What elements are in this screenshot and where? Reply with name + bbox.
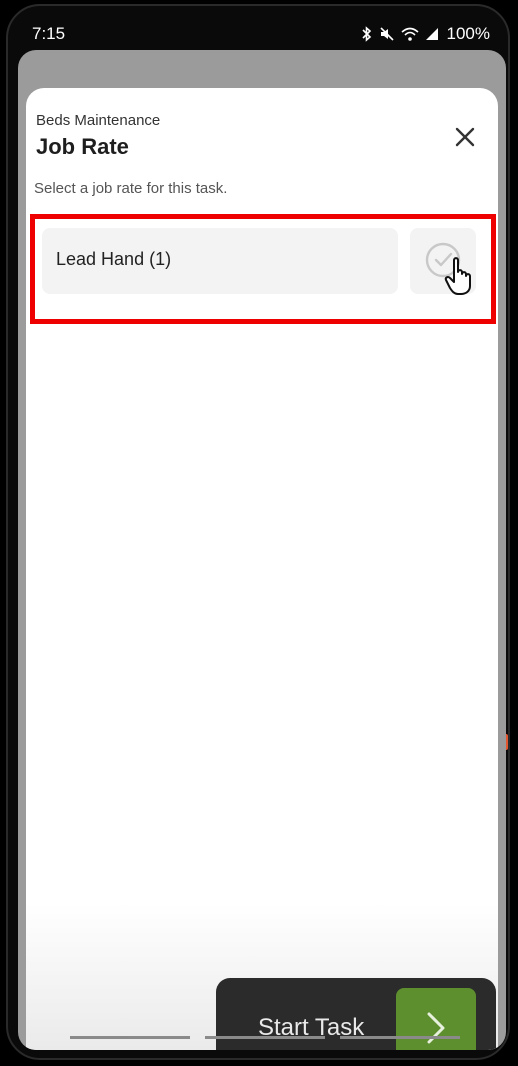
sheet-title: Job Rate bbox=[36, 134, 129, 159]
sheet-subtitle: Beds Maintenance bbox=[36, 112, 161, 129]
status-bar: 7:15 100% bbox=[16, 16, 500, 52]
system-nav-bar bbox=[0, 1036, 518, 1046]
signal-icon bbox=[425, 27, 439, 41]
nav-line-left bbox=[70, 1036, 190, 1039]
instruction-text: Select a job rate for this task. bbox=[34, 180, 228, 197]
close-button[interactable] bbox=[452, 124, 478, 150]
mute-icon bbox=[379, 26, 395, 42]
job-rate-sheet: Beds Maintenance Job Rate Select a job r… bbox=[26, 88, 498, 1050]
close-icon bbox=[455, 127, 475, 147]
bluetooth-icon bbox=[361, 26, 373, 42]
status-icons: 100% bbox=[361, 24, 490, 44]
device-frame: 7:15 100% Beds Maintenance Job Rate Sele… bbox=[6, 4, 510, 1060]
status-time: 7:15 bbox=[32, 24, 66, 43]
highlight-annotation bbox=[30, 214, 496, 324]
wifi-icon bbox=[400, 26, 419, 42]
nav-line-right bbox=[340, 1036, 460, 1039]
nav-line-center[interactable] bbox=[205, 1036, 325, 1039]
battery-level: 100% bbox=[446, 24, 490, 43]
app-screen: Beds Maintenance Job Rate Select a job r… bbox=[18, 50, 506, 1050]
